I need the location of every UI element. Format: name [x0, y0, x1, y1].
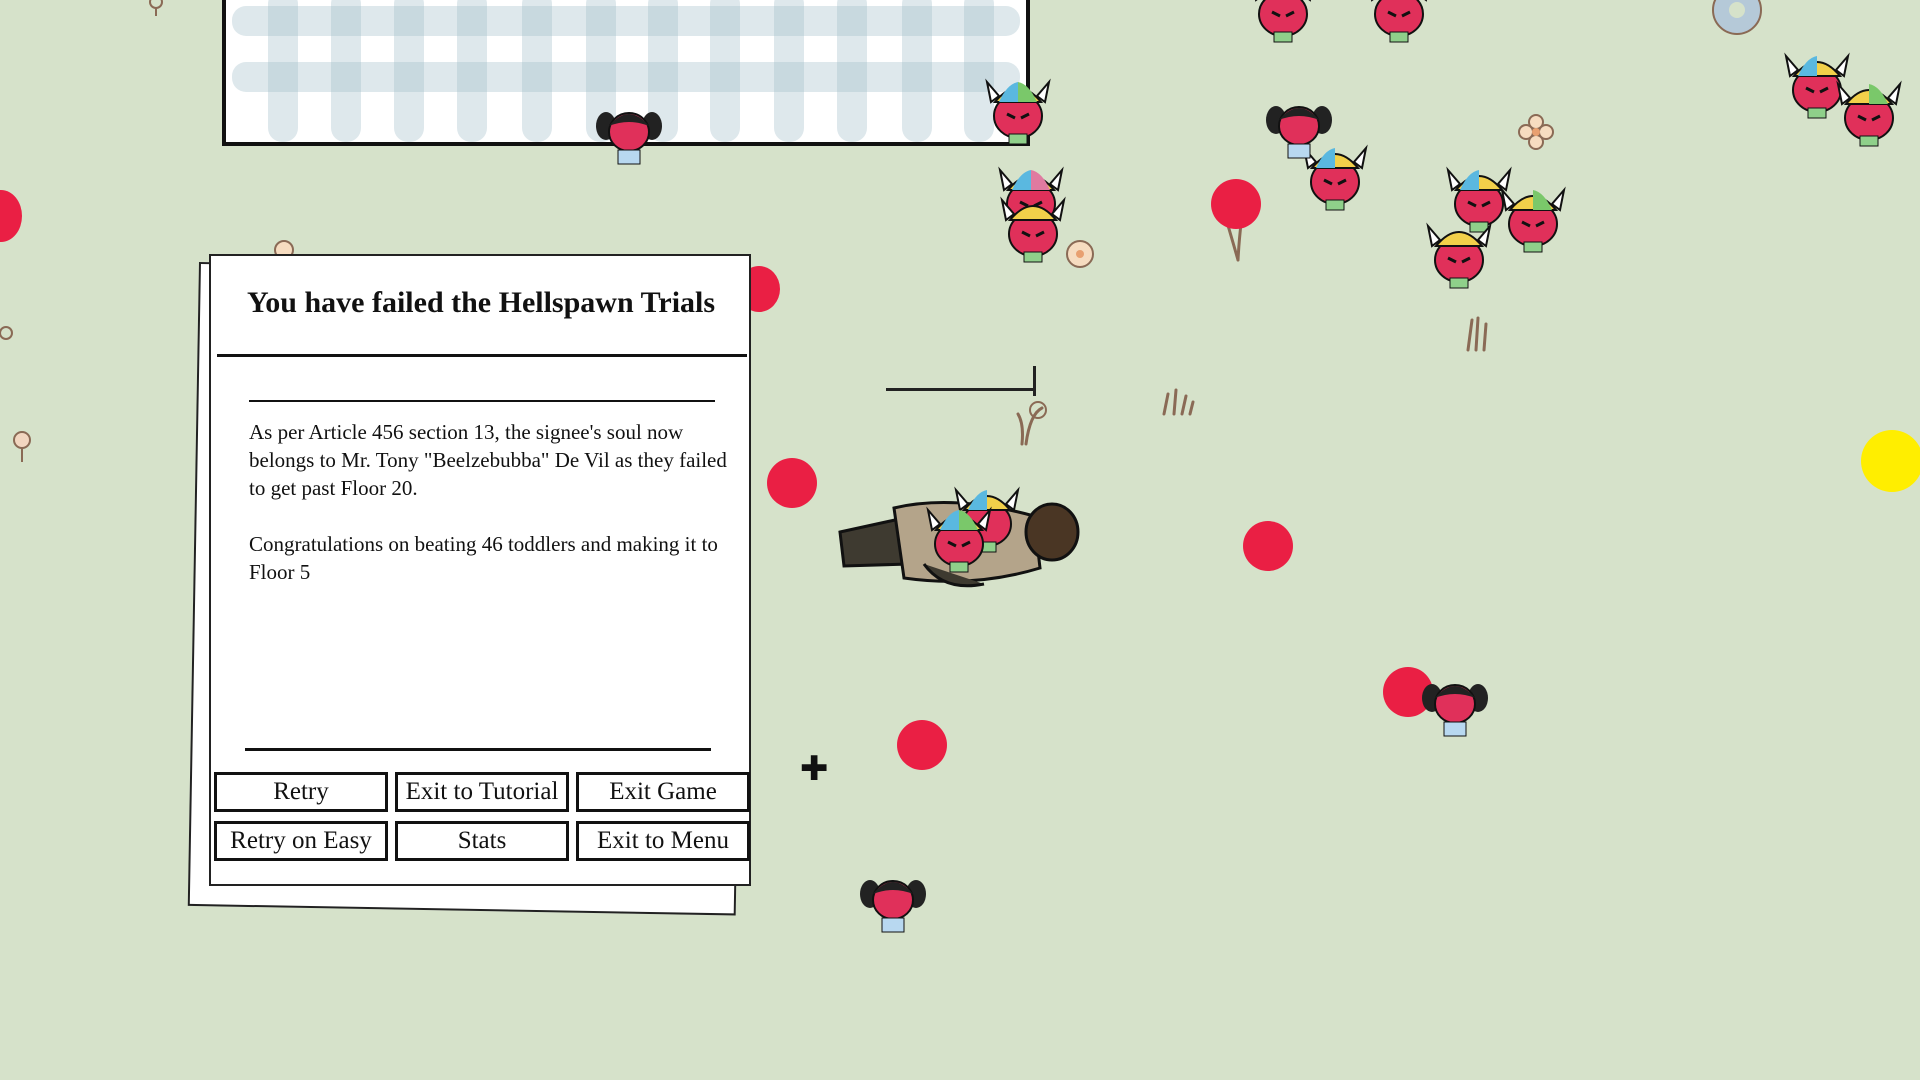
- retry-on-easy-button[interactable]: Retry on Easy: [214, 821, 388, 861]
- flower-doodle-icon: [13, 431, 31, 462]
- congratulations-message: Congratulations on beating 46 toddlers a…: [249, 532, 718, 584]
- game-field[interactable]: ✚ You have failed the Hellspawn Trials A…: [0, 0, 1920, 1080]
- dialog-body: As per Article 456 section 13, the signe…: [249, 418, 745, 614]
- enemy-projectile-orb: [1243, 521, 1293, 571]
- horned-demon-toddler-enemy: [1500, 186, 1566, 253]
- body-divider-bottom: [245, 748, 711, 751]
- horned-demon-toddler-enemy: [985, 78, 1051, 145]
- pigtail-demon-toddler-enemy: [596, 112, 662, 165]
- enemy-projectile-orb: [897, 720, 947, 770]
- enemy-projectile-orb: [1211, 179, 1261, 229]
- horned-demon-toddler-enemy: [1254, 0, 1312, 43]
- flower-doodle-icon: [274, 240, 294, 254]
- retry-button[interactable]: Retry: [214, 772, 388, 812]
- body-divider-top: [249, 400, 715, 402]
- horned-demon-toddler-enemy: [1836, 80, 1902, 147]
- dialog-title: You have failed the Hellspawn Trials: [246, 286, 716, 319]
- title-divider: [217, 354, 747, 357]
- dialog-button-grid: Retry Exit to Tutorial Exit Game Retry o…: [214, 772, 750, 861]
- enemy-projectile-orb: [0, 190, 22, 242]
- grass-tuft-icon: [1162, 388, 1195, 416]
- pigtail-demon-toddler-enemy: [1422, 684, 1488, 737]
- horned-demon-toddler-enemy: [1000, 196, 1066, 263]
- aim-indicator-line: [886, 388, 1036, 391]
- exit-to-menu-button[interactable]: Exit to Menu: [576, 821, 750, 861]
- stats-button[interactable]: Stats: [395, 821, 569, 861]
- failure-message: As per Article 456 section 13, the signe…: [249, 420, 727, 500]
- game-over-dialog: You have failed the Hellspawn Trials As …: [209, 254, 751, 886]
- horned-demon-toddler-enemy: [1426, 222, 1492, 289]
- grass-tuft-icon: [1466, 316, 1488, 352]
- flower-doodle-icon: [1066, 240, 1094, 268]
- grass-tuft-icon: [1016, 401, 1047, 446]
- flower-doodle-icon: [149, 0, 163, 16]
- enemy-projectile-orb: [767, 458, 817, 508]
- flower-doodle-icon: [1518, 114, 1554, 150]
- pigtail-demon-toddler-enemy: [1266, 106, 1332, 159]
- exit-to-tutorial-button[interactable]: Exit to Tutorial: [395, 772, 569, 812]
- pigtail-demon-toddler-enemy: [860, 880, 926, 933]
- flower-doodle-icon: [0, 326, 13, 340]
- aim-indicator-tick: [1033, 366, 1036, 396]
- exit-game-button[interactable]: Exit Game: [576, 772, 750, 812]
- crosshair-cursor-icon: ✚: [800, 749, 829, 789]
- horned-demon-toddler-enemy: [926, 506, 992, 573]
- pickup-orb: [1861, 430, 1920, 492]
- horned-demon-toddler-enemy: [1370, 0, 1428, 43]
- flower-doodle-icon: [1712, 0, 1762, 35]
